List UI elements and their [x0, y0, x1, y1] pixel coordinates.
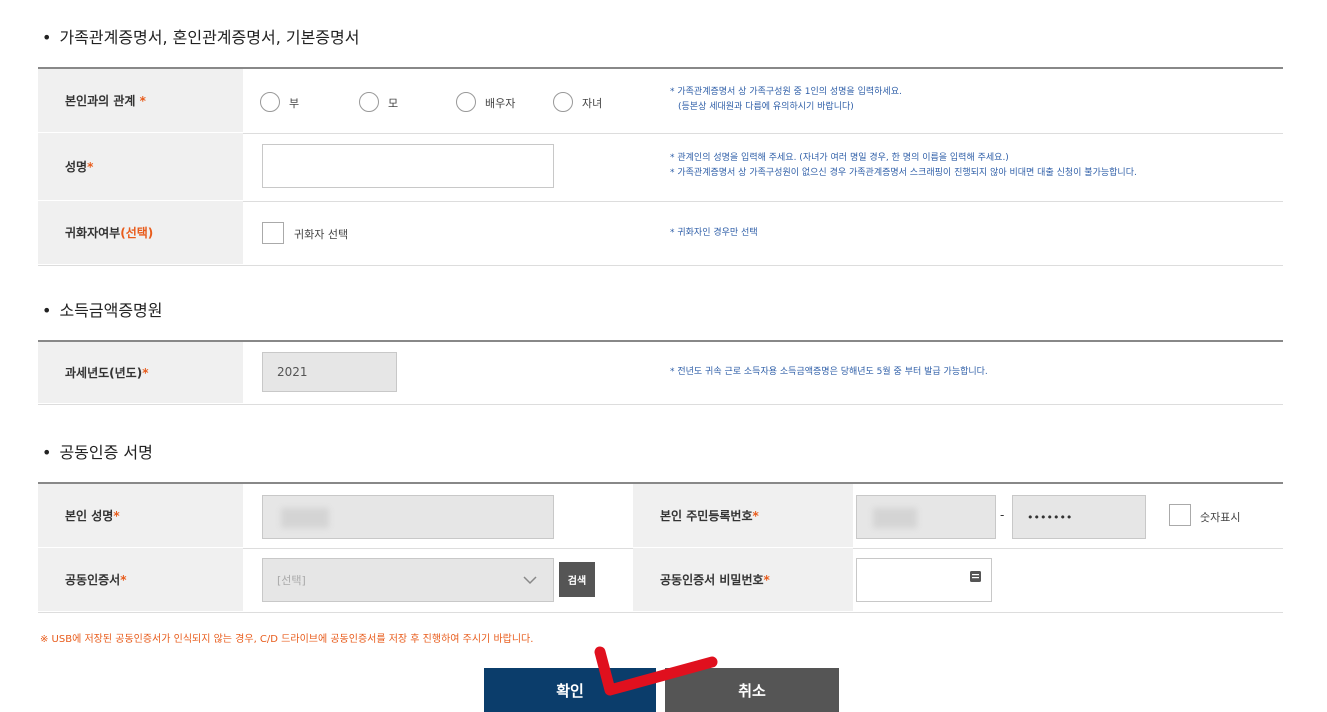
naturalized-checkbox[interactable] [262, 222, 284, 244]
name-note-line-1: * 관계인의 성명을 입력해 주세요. (자녀가 여러 명일 경우, 한 명의 … [670, 153, 1009, 163]
radio-father-label[interactable]: 부 [289, 95, 299, 111]
naturalized-label-text: 귀화자여부 [65, 226, 121, 240]
usb-warning-text: ※ USB에 저장된 공동인증서가 인식되지 않는 경우, C/D 드라이브에 … [40, 634, 534, 645]
name-label-text: 성명 [65, 160, 88, 174]
tax-year-note: * 전년도 귀속 근로 소득자용 소득금액증명은 당해년도 5월 중 부터 발급… [670, 367, 988, 377]
radio-spouse-label[interactable]: 배우자 [485, 95, 515, 111]
rrn-label-text: 본인 주민등록번호 [660, 509, 753, 523]
optional-mark: (선택) [120, 226, 154, 240]
tax-year-row: 과세년도(년도) * 2021 * 전년도 귀속 근로 소득자용 소득금액증명은 … [38, 342, 1283, 405]
cert-pw-label-text: 공동인증서 비밀번호 [660, 573, 764, 587]
name-row: 성명 * * 관계인의 성명을 입력해 주세요. (자녀가 여러 명일 경우, 한… [38, 133, 1283, 202]
cert-label-text: 공동인증서 [65, 573, 121, 587]
sign-row-1: 본인 성명 * 본인 주민등록번호 * - ••••••• 숫자표시 [38, 484, 1283, 549]
sign-form-panel: 본인 성명 * 본인 주민등록번호 * - ••••••• 숫자표시 공동인증서 * … [38, 482, 1283, 614]
tax-year-label: 과세년도(년도) * [38, 342, 243, 403]
tax-year-input[interactable]: 2021 [262, 352, 397, 392]
income-form-panel: 과세년도(년도) * 2021 * 전년도 귀속 근로 소득자용 소득금액증명은 … [38, 340, 1283, 406]
tax-year-label-text: 과세년도(년도) [65, 366, 143, 380]
cert-search-button[interactable]: 검색 [559, 562, 595, 597]
sign-row-2: 공동인증서 * [선택] 검색 공동인증서 비밀번호 * [38, 548, 1283, 613]
required-mark: * [113, 508, 120, 523]
my-name-label: 본인 성명 * [38, 484, 243, 547]
keyboard-icon[interactable] [970, 571, 981, 582]
red-check-annotation [594, 646, 718, 696]
naturalized-label: 귀화자여부 (선택) [38, 201, 243, 264]
family-form-panel: 본인과의 관계 * 부 모 배우자 자녀 * 가족관계증명서 상 가족구성원 중… [38, 67, 1283, 266]
radio-mother[interactable] [359, 92, 379, 112]
relation-label-text: 본인과의 관계 [65, 94, 136, 108]
radio-child-label[interactable]: 자녀 [582, 95, 602, 111]
rrn-front-input[interactable] [856, 495, 996, 539]
section-title-family: 가족관계증명서, 혼인관계증명서, 기본증명서 [42, 24, 359, 48]
required-mark: * [139, 93, 146, 108]
naturalized-note: * 귀화자인 경우만 선택 [670, 228, 758, 238]
show-digits-label[interactable]: 숫자표시 [1200, 509, 1240, 525]
radio-father[interactable] [260, 92, 280, 112]
name-input[interactable] [262, 144, 554, 188]
cert-select-value: [선택] [277, 574, 306, 587]
relation-row: 본인과의 관계 * 부 모 배우자 자녀 * 가족관계증명서 상 가족구성원 중… [38, 69, 1283, 134]
redacted-rrn [873, 508, 917, 528]
required-mark: * [763, 572, 770, 587]
section-title-sign: 공동인증 서명 [42, 439, 152, 463]
cert-pw-label: 공동인증서 비밀번호 * [633, 548, 853, 611]
radio-mother-label[interactable]: 모 [388, 95, 398, 111]
name-note: * 관계인의 성명을 입력해 주세요. (자녀가 여러 명일 경우, 한 명의 … [670, 151, 1137, 181]
section-title-income: 소득금액증명원 [42, 297, 162, 321]
relation-note: * 가족관계증명서 상 가족구성원 중 1인의 성명을 입력하세요. (등본상 … [670, 85, 902, 115]
naturalized-row: 귀화자여부 (선택) 귀화자 선택 * 귀화자인 경우만 선택 [38, 201, 1283, 266]
relation-note-line-1: * 가족관계증명서 상 가족구성원 중 1인의 성명을 입력하세요. [670, 87, 902, 97]
naturalized-checkbox-label[interactable]: 귀화자 선택 [294, 226, 348, 242]
rrn-dash: - [1000, 508, 1005, 522]
radio-child[interactable] [553, 92, 573, 112]
redacted-name [281, 508, 329, 528]
required-mark: * [142, 365, 149, 380]
radio-spouse[interactable] [456, 92, 476, 112]
required-mark: * [120, 572, 127, 587]
name-label: 성명 * [38, 133, 243, 200]
cert-label: 공동인증서 * [38, 548, 243, 611]
rrn-back-input[interactable]: ••••••• [1012, 495, 1146, 539]
show-digits-checkbox[interactable] [1169, 504, 1191, 526]
rrn-label: 본인 주민등록번호 * [633, 484, 853, 547]
cert-select[interactable]: [선택] [262, 558, 554, 602]
required-mark: * [87, 159, 94, 174]
name-note-line-2: * 가족관계증명서 상 가족구성원이 없으신 경우 가족관계증명서 스크래핑이 … [670, 168, 1137, 178]
relation-note-line-2: (등본상 세대원과 다름에 유의하시기 바랍니다) [678, 102, 854, 112]
relation-label: 본인과의 관계 * [38, 69, 243, 132]
cert-password-input[interactable] [856, 558, 992, 602]
chevron-down-icon [523, 576, 537, 585]
my-name-label-text: 본인 성명 [65, 509, 114, 523]
required-mark: * [752, 508, 759, 523]
my-name-input[interactable] [262, 495, 554, 539]
